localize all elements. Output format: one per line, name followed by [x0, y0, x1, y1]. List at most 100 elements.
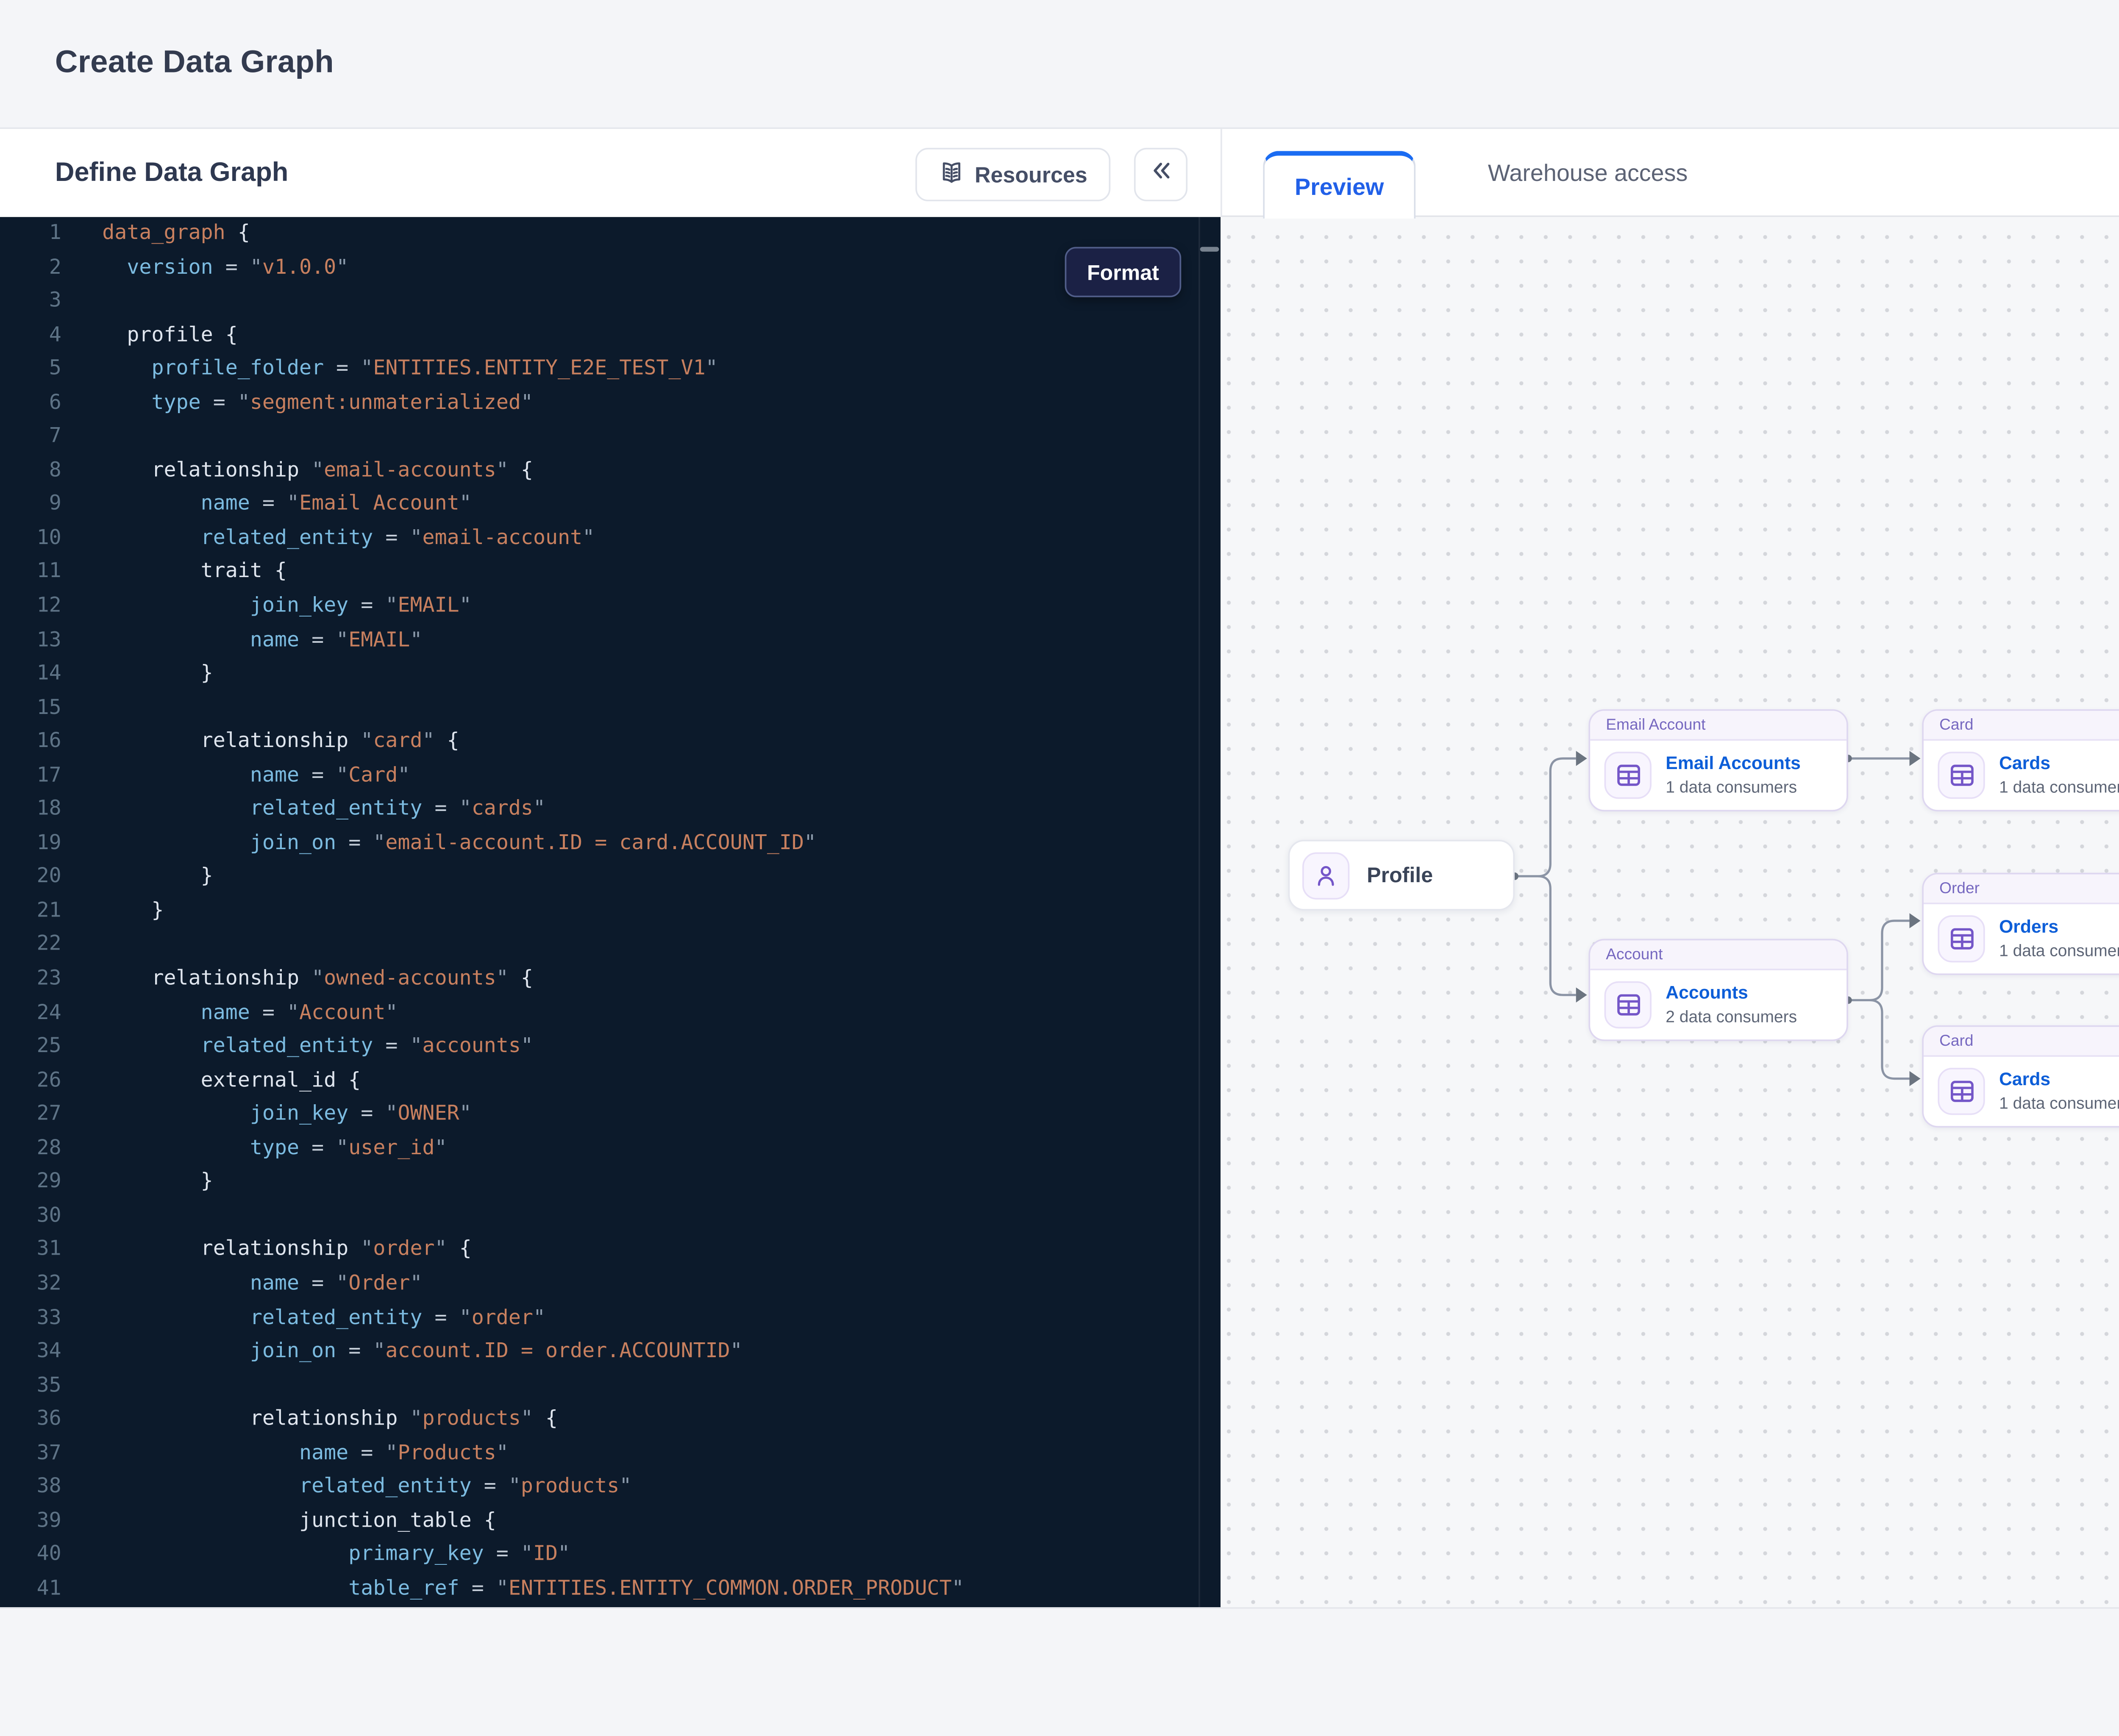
code-line[interactable]: 18 related_entity = "cards" [0, 793, 1221, 827]
code-line[interactable]: 15 [0, 692, 1221, 725]
define-data-graph-panel: Define Data Graph Resources [0, 129, 1221, 1607]
code-line[interactable]: 14 } [0, 658, 1221, 692]
graph-canvas[interactable]: Profile Email Account Email Accounts 1 d… [1221, 217, 2119, 1607]
code-line[interactable]: 39 junction_table { [0, 1505, 1221, 1539]
code-line[interactable]: 9 name = "Email Account" [0, 488, 1221, 522]
table-icon [1605, 981, 1652, 1028]
node-consumers: 1 data consumers [1999, 1094, 2119, 1114]
chevrons-left-icon [1149, 159, 1173, 190]
person-icon [1302, 852, 1349, 899]
code-content: 1data_graph {2 version = "v1.0.0"34 prof… [0, 217, 1221, 1606]
code-line[interactable]: 24 name = "Account" [0, 996, 1221, 1030]
code-line[interactable]: 38 related_entity = "products" [0, 1471, 1221, 1505]
node-group-order[interactable]: Order Orders 1 data consumers [1922, 873, 2119, 975]
code-line[interactable]: 31 relationship "order" { [0, 1233, 1221, 1267]
editor-scrollbar-thumb[interactable] [1200, 247, 1219, 252]
code-line[interactable]: 8 relationship "email-accounts" { [0, 454, 1221, 488]
collapse-panel-button[interactable] [1134, 148, 1187, 201]
code-line[interactable]: 35 [0, 1369, 1221, 1403]
line-number: 19 [0, 827, 61, 861]
line-number: 24 [0, 996, 61, 1030]
code-line[interactable]: 26 external_id { [0, 1064, 1221, 1098]
group-label: Order [1924, 875, 2119, 905]
code-line[interactable]: 33 related_entity = "order" [0, 1301, 1221, 1335]
preview-panel: Preview Warehouse access [1221, 129, 2119, 1607]
line-number: 8 [0, 454, 61, 488]
code-line[interactable]: 3 [0, 285, 1221, 319]
table-icon [1938, 1068, 1985, 1115]
node-link[interactable]: Email Accounts [1666, 753, 1801, 775]
node-group-account[interactable]: Account Accounts 2 data consumers [1588, 939, 1848, 1041]
line-number: 1 [0, 217, 61, 251]
code-line[interactable]: 7 [0, 420, 1221, 454]
node-link[interactable]: Cards [1999, 1069, 2119, 1091]
line-number: 15 [0, 692, 61, 725]
code-line[interactable]: 22 [0, 928, 1221, 962]
line-number: 40 [0, 1539, 61, 1572]
node-group-card-top[interactable]: Card Cards 1 data consumer [1922, 709, 2119, 811]
code-line[interactable]: 19 join_on = "email-account.ID = card.AC… [0, 827, 1221, 861]
code-line[interactable]: 41 table_ref = "ENTITIES.ENTITY_COMMON.O… [0, 1572, 1221, 1606]
node-link[interactable]: Cards [1999, 753, 2119, 775]
table-icon [1605, 752, 1652, 799]
table-icon [1938, 752, 1985, 799]
line-number: 6 [0, 386, 61, 420]
code-line[interactable]: 32 name = "Order" [0, 1267, 1221, 1301]
line-number: 41 [0, 1572, 61, 1606]
resources-label: Resources [975, 162, 1087, 187]
format-button[interactable]: Format [1065, 247, 1182, 297]
code-line[interactable]: 16 relationship "card" { [0, 725, 1221, 759]
node-profile[interactable]: Profile [1288, 840, 1515, 911]
line-number: 14 [0, 658, 61, 692]
line-number: 29 [0, 1166, 61, 1200]
code-line[interactable]: 34 join_on = "account.ID = order.ACCOUNT… [0, 1335, 1221, 1369]
code-line[interactable]: 4 profile { [0, 319, 1221, 353]
line-number: 35 [0, 1369, 61, 1403]
node-group-email-account[interactable]: Email Account Email Accounts 1 data cons… [1588, 709, 1848, 811]
code-line[interactable]: 20 } [0, 861, 1221, 895]
code-line[interactable]: 28 type = "user_id" [0, 1132, 1221, 1166]
node-group-card-bottom[interactable]: Card Cards 1 data consumers [1922, 1025, 2119, 1128]
tab-warehouse-access[interactable]: Warehouse access [1453, 129, 1722, 217]
code-line[interactable]: 23 relationship "owned-accounts" { [0, 962, 1221, 996]
code-line[interactable]: 6 type = "segment:unmaterialized" [0, 386, 1221, 420]
code-line[interactable]: 29 } [0, 1166, 1221, 1200]
page-title: Create Data Graph [55, 46, 334, 82]
code-line[interactable]: 25 related_entity = "accounts" [0, 1030, 1221, 1064]
line-number: 25 [0, 1030, 61, 1064]
code-line[interactable]: 36 relationship "products" { [0, 1403, 1221, 1437]
line-number: 21 [0, 895, 61, 929]
code-line[interactable]: 10 related_entity = "email-account" [0, 522, 1221, 556]
code-line[interactable]: 21 } [0, 895, 1221, 929]
footer-bar: Save [0, 1607, 2119, 1736]
code-line[interactable]: 30 [0, 1200, 1221, 1233]
code-editor[interactable]: 1data_graph {2 version = "v1.0.0"34 prof… [0, 217, 1221, 1607]
app-window: Create Data Graph Cancel Define Data Gra… [0, 0, 2119, 1736]
node-consumers: 1 data consumer [1999, 778, 2119, 798]
code-line[interactable]: 37 name = "Products" [0, 1437, 1221, 1471]
line-number: 38 [0, 1471, 61, 1505]
code-line[interactable]: 13 name = "EMAIL" [0, 624, 1221, 658]
resources-button[interactable]: Resources [915, 148, 1110, 201]
code-line[interactable]: 27 join_key = "OWNER" [0, 1098, 1221, 1132]
line-number: 11 [0, 556, 61, 590]
panel-title: Define Data Graph [55, 157, 288, 189]
edge-profile-to-account [1515, 876, 1576, 995]
top-bar: Create Data Graph Cancel [0, 0, 2119, 129]
code-line[interactable]: 17 name = "Card" [0, 759, 1221, 793]
code-line[interactable]: 2 version = "v1.0.0" [0, 251, 1221, 285]
line-number: 36 [0, 1403, 61, 1437]
code-line[interactable]: 12 join_key = "EMAIL" [0, 590, 1221, 624]
line-number: 23 [0, 962, 61, 996]
node-link[interactable]: Accounts [1666, 982, 1797, 1004]
node-consumers: 1 data consumers [1999, 941, 2119, 961]
line-number: 32 [0, 1267, 61, 1301]
node-profile-label: Profile [1367, 864, 1433, 887]
code-line[interactable]: 1data_graph { [0, 217, 1221, 251]
tab-preview[interactable]: Preview [1263, 151, 1415, 219]
code-line[interactable]: 5 profile_folder = "ENTITIES.ENTITY_E2E_… [0, 353, 1221, 386]
node-link[interactable]: Orders [1999, 916, 2119, 938]
code-line[interactable]: 11 trait { [0, 556, 1221, 590]
code-line[interactable]: 40 primary_key = "ID" [0, 1539, 1221, 1572]
line-number: 33 [0, 1301, 61, 1335]
